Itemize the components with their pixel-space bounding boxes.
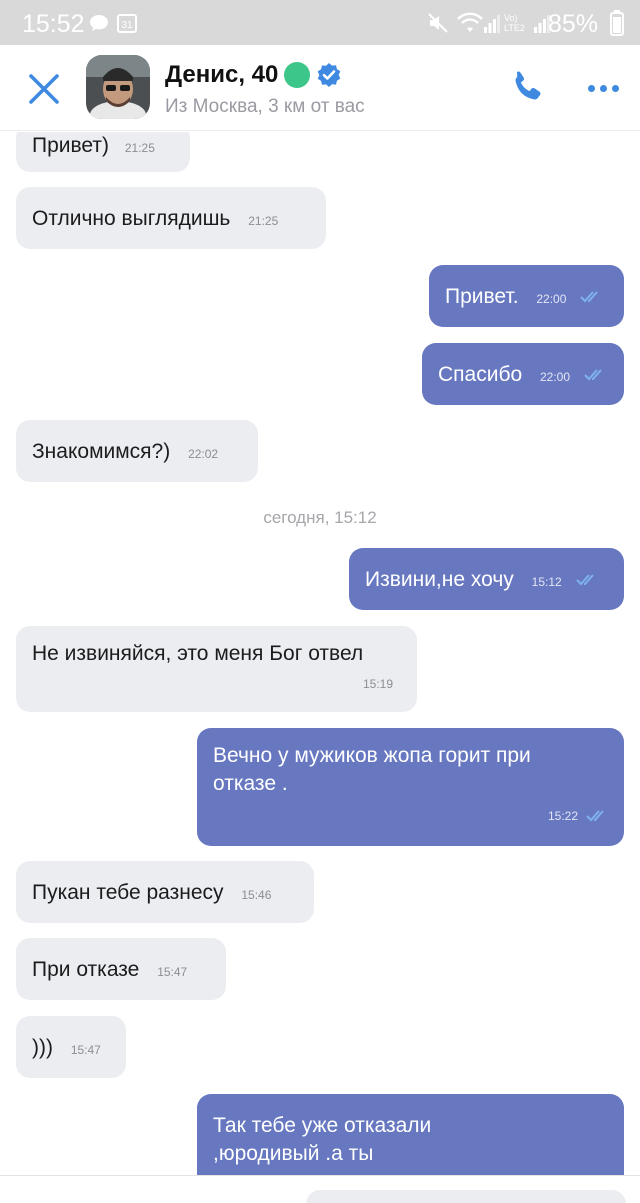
phone-icon	[515, 71, 541, 100]
status-time: 15:52	[22, 10, 85, 38]
battery-icon	[610, 0, 624, 45]
wifi-icon	[456, 0, 484, 45]
message-list[interactable]: Привет) 21:25 Отлично выглядишь 21:25 Пр…	[0, 132, 640, 1175]
message-outgoing[interactable]: Вечно у мужиков жопа горит при отказе . …	[197, 728, 624, 846]
message-outgoing[interactable]: Извини,не хочу 15:12	[349, 548, 624, 610]
calendar-icon: 31	[116, 0, 138, 45]
close-icon	[29, 74, 59, 104]
call-button[interactable]	[508, 67, 548, 107]
message-incoming[interactable]: Пукан тебе разнесу 15:46	[16, 861, 314, 923]
message-incoming[interactable]: Отлично выглядишь 21:25	[16, 187, 326, 249]
more-options-button[interactable]	[583, 73, 623, 103]
message-incoming[interactable]: Привет) 21:25	[16, 132, 190, 172]
read-ticks-icon	[580, 291, 598, 303]
close-button[interactable]	[22, 67, 66, 111]
verified-badge-icon	[318, 63, 341, 87]
mute-icon	[426, 0, 450, 45]
message-incoming[interactable]: При отказе 15:47	[16, 938, 226, 1000]
more-dots-icon	[587, 84, 595, 92]
read-ticks-icon	[575, 574, 594, 586]
message-outgoing[interactable]: Привет. 22:00	[429, 265, 624, 327]
lte-label: Vo) LTE2	[504, 12, 525, 33]
message-incoming[interactable]	[306, 1190, 626, 1203]
message-incoming[interactable]: ))) 15:47	[16, 1016, 126, 1078]
svg-text:31: 31	[121, 20, 133, 31]
read-ticks-icon	[584, 369, 602, 381]
chat-header: Денис, 40 Из Москва, 3 км от вас	[0, 45, 640, 131]
avatar[interactable]	[86, 55, 150, 119]
message-outgoing[interactable]: Спасибо 22:00	[422, 343, 624, 405]
battery-percent: 85%	[547, 10, 598, 38]
contact-location: Из Москва, 3 км от вас	[165, 96, 365, 117]
signal-icon	[484, 0, 500, 45]
status-bar: 15:52 31 Vo) LTE2 85%	[0, 0, 640, 45]
message-outgoing[interactable]: Так тебе уже отказали ,юродивый .а ты	[197, 1094, 624, 1175]
online-status-dot	[284, 62, 311, 88]
message-incoming[interactable]: Знакомимся?) 22:02	[16, 420, 258, 482]
chat-bubble-icon	[88, 0, 110, 45]
read-ticks-icon	[586, 810, 604, 822]
message-composer-area	[0, 1175, 640, 1203]
date-separator: сегодня, 15:12	[263, 508, 377, 527]
message-incoming[interactable]: Не извиняйся, это меня Бог отвел 15:19	[16, 626, 417, 712]
contact-name: Денис, 40	[165, 61, 279, 88]
